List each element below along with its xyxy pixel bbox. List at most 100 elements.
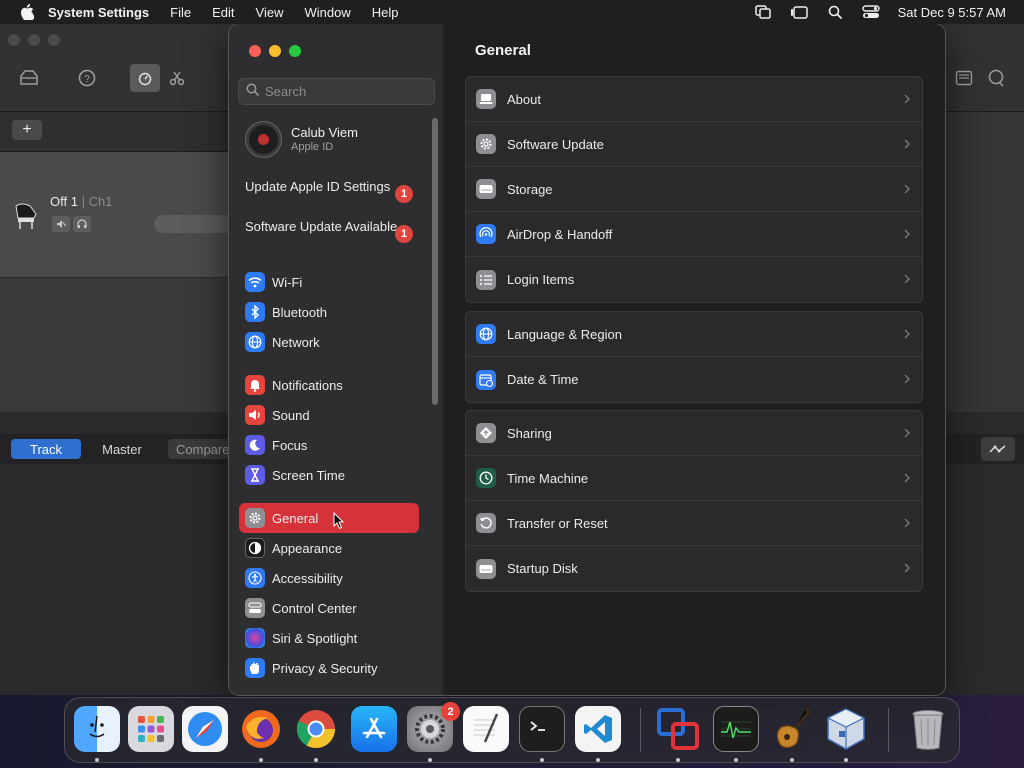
hand-icon xyxy=(245,658,265,678)
stage-manager-icon[interactable] xyxy=(790,4,808,20)
row-storage[interactable]: Storage xyxy=(466,167,922,212)
menu-view[interactable]: View xyxy=(256,5,284,20)
row-sharing[interactable]: Sharing xyxy=(466,411,922,456)
bg-close-button[interactable] xyxy=(8,34,20,46)
row-login-items[interactable]: Login Items xyxy=(466,257,922,302)
library-icon[interactable] xyxy=(18,67,40,89)
close-button[interactable] xyxy=(249,45,261,57)
finder-icon[interactable] xyxy=(74,706,120,752)
sidebar-item-label: Focus xyxy=(272,437,308,453)
app-menu-system-settings[interactable]: System Settings xyxy=(48,5,149,20)
row-label: Date & Time xyxy=(507,372,579,387)
track-volume-slider[interactable] xyxy=(154,215,234,233)
row-label: Time Machine xyxy=(507,470,589,486)
chevron-right-icon xyxy=(902,91,912,107)
minimize-button[interactable] xyxy=(269,45,281,57)
running-indicator xyxy=(596,758,600,762)
sidebar-item-control-center[interactable]: Control Center xyxy=(239,593,419,623)
bluetooth-icon xyxy=(245,302,265,322)
row-language-region[interactable]: Language & Region xyxy=(466,312,922,357)
chrome-icon[interactable] xyxy=(293,706,339,752)
search-input[interactable] xyxy=(265,84,425,99)
chevron-right-icon xyxy=(902,560,912,576)
sidebar-item-wifi[interactable]: Wi-Fi xyxy=(239,267,419,297)
sidebar-item-label: Notifications xyxy=(272,377,343,393)
sidebar-item-bluetooth[interactable]: Bluetooth xyxy=(239,297,419,327)
chevron-right-icon xyxy=(902,515,912,531)
firefox-icon[interactable] xyxy=(238,706,284,752)
sidebar-item-sound[interactable]: Sound xyxy=(239,400,419,430)
trash-icon[interactable] xyxy=(905,706,951,752)
menubar-clock[interactable]: Sat Dec 9 5:57 AM xyxy=(898,5,1006,20)
row-label: Software Update xyxy=(507,136,604,152)
row-transfer-reset[interactable]: Transfer or Reset xyxy=(466,501,922,546)
sidebar-item-general[interactable]: General xyxy=(239,503,419,533)
activity-monitor-icon[interactable] xyxy=(713,706,759,752)
sharing-icon xyxy=(476,423,496,443)
notice-badge: 1 xyxy=(395,185,413,203)
menu-window[interactable]: Window xyxy=(304,5,350,20)
airdrop-icon xyxy=(476,224,496,244)
sidebar-scrollbar[interactable] xyxy=(432,118,438,405)
sidebar-item-network[interactable]: Network xyxy=(239,327,419,357)
app-store-icon[interactable] xyxy=(351,706,397,752)
help-icon[interactable]: ? xyxy=(76,67,98,89)
running-indicator xyxy=(734,758,738,762)
row-software-update[interactable]: Software Update xyxy=(466,122,922,167)
tab-compare[interactable]: Compare xyxy=(168,439,232,459)
safari-icon[interactable] xyxy=(182,706,228,752)
sidebar-item-label: General xyxy=(272,510,319,526)
piano-icon xyxy=(12,200,40,235)
sidebar-item-notifications[interactable]: Notifications xyxy=(239,370,419,400)
sidebar-item-appearance[interactable]: Appearance xyxy=(239,533,419,563)
notepad-icon[interactable] xyxy=(953,67,975,89)
tab-master[interactable]: Master xyxy=(86,439,158,459)
search-field[interactable] xyxy=(238,78,435,105)
bg-minimize-button[interactable] xyxy=(28,34,40,46)
sidebar-item-siri-spotlight[interactable]: Siri & Spotlight xyxy=(239,623,419,653)
sidebar-item-focus[interactable]: Focus xyxy=(239,430,419,460)
headphones-icon[interactable] xyxy=(73,216,91,232)
sidebar-item-accessibility[interactable]: Accessibility xyxy=(239,563,419,593)
sidebar-item-privacy-security[interactable]: Privacy & Security xyxy=(239,653,419,683)
tab-track[interactable]: Track xyxy=(11,439,81,459)
parallels-icon[interactable] xyxy=(655,706,701,752)
launchpad-icon[interactable] xyxy=(128,706,174,752)
row-date-time[interactable]: Date & Time xyxy=(466,357,922,402)
row-label: Sharing xyxy=(507,425,552,441)
garageband-icon[interactable] xyxy=(769,706,815,752)
chevron-right-icon xyxy=(902,226,912,242)
spotlight-search-icon[interactable] xyxy=(826,4,844,20)
row-about[interactable]: About xyxy=(466,77,922,122)
chevron-right-icon xyxy=(902,181,912,197)
virtualbox-icon[interactable] xyxy=(823,706,869,752)
bg-zoom-button[interactable] xyxy=(48,34,60,46)
zoom-button[interactable] xyxy=(289,45,301,57)
add-track-button[interactable]: + xyxy=(12,120,42,140)
loops-icon[interactable] xyxy=(985,67,1007,89)
scissors-icon[interactable] xyxy=(166,67,188,89)
row-label: About xyxy=(507,91,541,107)
row-airdrop-handoff[interactable]: AirDrop & Handoff xyxy=(466,212,922,257)
mute-icon[interactable] xyxy=(52,216,70,232)
dock-separator xyxy=(640,708,641,752)
row-time-machine[interactable]: Time Machine xyxy=(466,456,922,501)
dock-separator xyxy=(888,708,889,752)
menu-help[interactable]: Help xyxy=(372,5,399,20)
apple-menu-icon[interactable] xyxy=(18,3,36,21)
control-center-icon[interactable] xyxy=(861,4,880,20)
sidebar-item-screen-time[interactable]: Screen Time xyxy=(239,460,419,490)
menu-edit[interactable]: Edit xyxy=(212,5,234,20)
smart-controls-icon[interactable] xyxy=(130,64,160,92)
vscode-icon[interactable] xyxy=(575,706,621,752)
screen-mirroring-icon[interactable] xyxy=(754,4,772,20)
speaker-icon xyxy=(245,405,265,425)
automation-icon[interactable] xyxy=(981,437,1015,461)
running-indicator xyxy=(540,758,544,762)
textedit-icon[interactable] xyxy=(463,706,509,752)
menu-file[interactable]: File xyxy=(170,5,191,20)
apple-id-profile[interactable]: Calub Viem Apple ID xyxy=(245,119,435,159)
row-startup-disk[interactable]: Startup Disk xyxy=(466,546,922,591)
sidebar: Calub Viem Apple ID Update Apple ID Sett… xyxy=(229,24,444,695)
terminal-icon[interactable] xyxy=(519,706,565,752)
